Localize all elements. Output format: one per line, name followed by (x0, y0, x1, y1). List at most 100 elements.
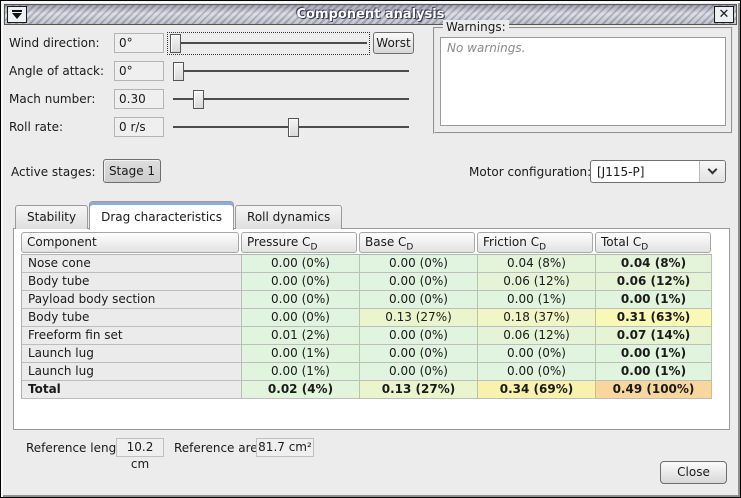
base-cell: 0.13 (27%) (360, 309, 478, 327)
mach-number-slider[interactable] (171, 89, 411, 110)
slider-thumb[interactable] (193, 90, 204, 109)
base-cell: 0.13 (27%) (360, 381, 478, 399)
angle-of-attack-label: Angle of attack: (9, 61, 104, 81)
roll-rate-slider[interactable] (171, 117, 411, 138)
window-title: Component analysis (5, 7, 736, 22)
base-cell: 0.00 (0%) (360, 291, 478, 309)
component-cell: Payload body section (22, 291, 242, 309)
component-cell: Body tube (22, 273, 242, 291)
pressure-cell: 0.00 (0%) (242, 255, 360, 273)
friction-cell: 0.34 (69%) (478, 381, 596, 399)
worst-button[interactable]: Worst (373, 32, 414, 54)
table-body: Nose cone 0.00 (0%) 0.00 (0%) 0.04 (8%) … (21, 254, 712, 399)
table-header-row: Component Pressure CD Base CD Friction C… (21, 232, 713, 253)
component-analysis-dialog: Component analysis ✕ Wind direction: 0° … (0, 0, 741, 498)
component-cell: Nose cone (22, 255, 242, 273)
pressure-cell: 0.00 (1%) (242, 345, 360, 363)
slider-track (170, 42, 367, 44)
component-cell: Body tube (22, 309, 242, 327)
combo-arrow-zone[interactable] (699, 161, 725, 182)
warnings-group-title: Warnings: (443, 20, 509, 34)
chevron-down-icon (708, 165, 718, 175)
wind-direction-slider[interactable] (168, 33, 369, 54)
titlebar[interactable]: Component analysis ✕ (4, 4, 737, 25)
motor-configuration-value: [J115-P] (591, 165, 699, 179)
table-row[interactable]: Launch lug 0.00 (1%) 0.00 (0%) 0.00 (0%)… (22, 363, 712, 381)
slider-thumb[interactable] (170, 34, 181, 53)
friction-cell: 0.00 (0%) (478, 345, 596, 363)
component-cell: Total (22, 381, 242, 399)
window-close-button[interactable]: ✕ (714, 6, 734, 23)
pressure-cell: 0.00 (0%) (242, 291, 360, 309)
table-row[interactable]: Freeform fin set 0.01 (2%) 0.00 (0%) 0.0… (22, 327, 712, 345)
column-header-total-cd[interactable]: Total CD (595, 232, 711, 253)
stage-1-toggle-button[interactable]: Stage 1 (103, 159, 161, 183)
slider-thumb[interactable] (288, 118, 299, 137)
total-cell: 0.49 (100%) (596, 381, 712, 399)
base-cell: 0.00 (0%) (360, 273, 478, 291)
mach-number-label: Mach number: (9, 89, 95, 109)
table-row[interactable]: Nose cone 0.00 (0%) 0.00 (0%) 0.04 (8%) … (22, 255, 712, 273)
pressure-cell: 0.00 (0%) (242, 309, 360, 327)
component-cell: Launch lug (22, 363, 242, 381)
friction-cell: 0.06 (12%) (478, 327, 596, 345)
motor-configuration-select[interactable]: [J115-P] (590, 160, 726, 183)
pressure-cell: 0.01 (2%) (242, 327, 360, 345)
component-cell: Freeform fin set (22, 327, 242, 345)
roll-rate-label: Roll rate: (9, 117, 63, 137)
base-cell: 0.00 (0%) (360, 255, 478, 273)
total-cell: 0.00 (1%) (596, 363, 712, 381)
base-cell: 0.00 (0%) (360, 363, 478, 381)
analysis-tabs: Stability Drag characteristics Roll dyna… (15, 200, 343, 229)
motor-configuration-label: Motor configuration: (469, 165, 591, 179)
total-cell: 0.04 (8%) (596, 255, 712, 273)
warnings-group: Warnings: No warnings. (433, 27, 733, 134)
total-cell: 0.06 (12%) (596, 273, 712, 291)
pressure-cell: 0.00 (0%) (242, 273, 360, 291)
no-warnings-text: No warnings. (447, 41, 525, 55)
wind-direction-field[interactable]: 0° (114, 33, 164, 53)
total-cell: 0.00 (1%) (596, 291, 712, 309)
table-row-total[interactable]: Total 0.02 (4%) 0.13 (27%) 0.34 (69%) 0.… (22, 381, 712, 399)
column-header-base-cd[interactable]: Base CD (359, 232, 475, 253)
window-menu-button[interactable] (7, 6, 27, 23)
active-stages-label: Active stages: (11, 165, 96, 179)
slider-track (173, 70, 409, 72)
friction-cell: 0.04 (8%) (478, 255, 596, 273)
wind-direction-label: Wind direction: (9, 33, 100, 53)
slider-track (173, 98, 409, 100)
tab-stability[interactable]: Stability (15, 205, 88, 229)
warnings-list[interactable]: No warnings. (440, 37, 726, 126)
friction-cell: 0.06 (12%) (478, 273, 596, 291)
table-row[interactable]: Payload body section 0.00 (0%) 0.00 (0%)… (22, 291, 712, 309)
pressure-cell: 0.02 (4%) (242, 381, 360, 399)
table-row[interactable]: Launch lug 0.00 (1%) 0.00 (0%) 0.00 (0%)… (22, 345, 712, 363)
friction-cell: 0.00 (0%) (478, 363, 596, 381)
reference-length-value: 10.2 cm (116, 438, 164, 457)
close-icon: ✕ (719, 8, 730, 21)
close-button[interactable]: Close (660, 461, 727, 484)
column-header-friction-cd[interactable]: Friction CD (477, 232, 593, 253)
total-cell: 0.00 (1%) (596, 345, 712, 363)
pressure-cell: 0.00 (1%) (242, 363, 360, 381)
base-cell: 0.00 (0%) (360, 327, 478, 345)
reference-area-label: Reference area: (174, 439, 269, 458)
column-header-pressure-cd[interactable]: Pressure CD (241, 232, 357, 253)
friction-cell: 0.18 (37%) (478, 309, 596, 327)
total-cell: 0.07 (14%) (596, 327, 712, 345)
mach-number-field[interactable]: 0.30 (114, 89, 164, 109)
table-row[interactable]: Body tube 0.00 (0%) 0.00 (0%) 0.06 (12%)… (22, 273, 712, 291)
component-cell: Launch lug (22, 345, 242, 363)
drag-characteristics-panel: Component Pressure CD Base CD Friction C… (13, 228, 730, 430)
window-menu-icon (12, 10, 22, 19)
friction-cell: 0.00 (1%) (478, 291, 596, 309)
table-row[interactable]: Body tube 0.00 (0%) 0.13 (27%) 0.18 (37%… (22, 309, 712, 327)
angle-of-attack-field[interactable]: 0° (114, 61, 164, 81)
slider-thumb[interactable] (173, 62, 184, 81)
drag-table: Component Pressure CD Base CD Friction C… (21, 232, 713, 399)
column-header-component[interactable]: Component (21, 232, 239, 253)
roll-rate-field[interactable]: 0 r/s (114, 117, 164, 137)
angle-of-attack-slider[interactable] (171, 61, 411, 82)
tab-roll-dynamics[interactable]: Roll dynamics (235, 205, 342, 229)
tab-drag-characteristics[interactable]: Drag characteristics (89, 201, 234, 230)
